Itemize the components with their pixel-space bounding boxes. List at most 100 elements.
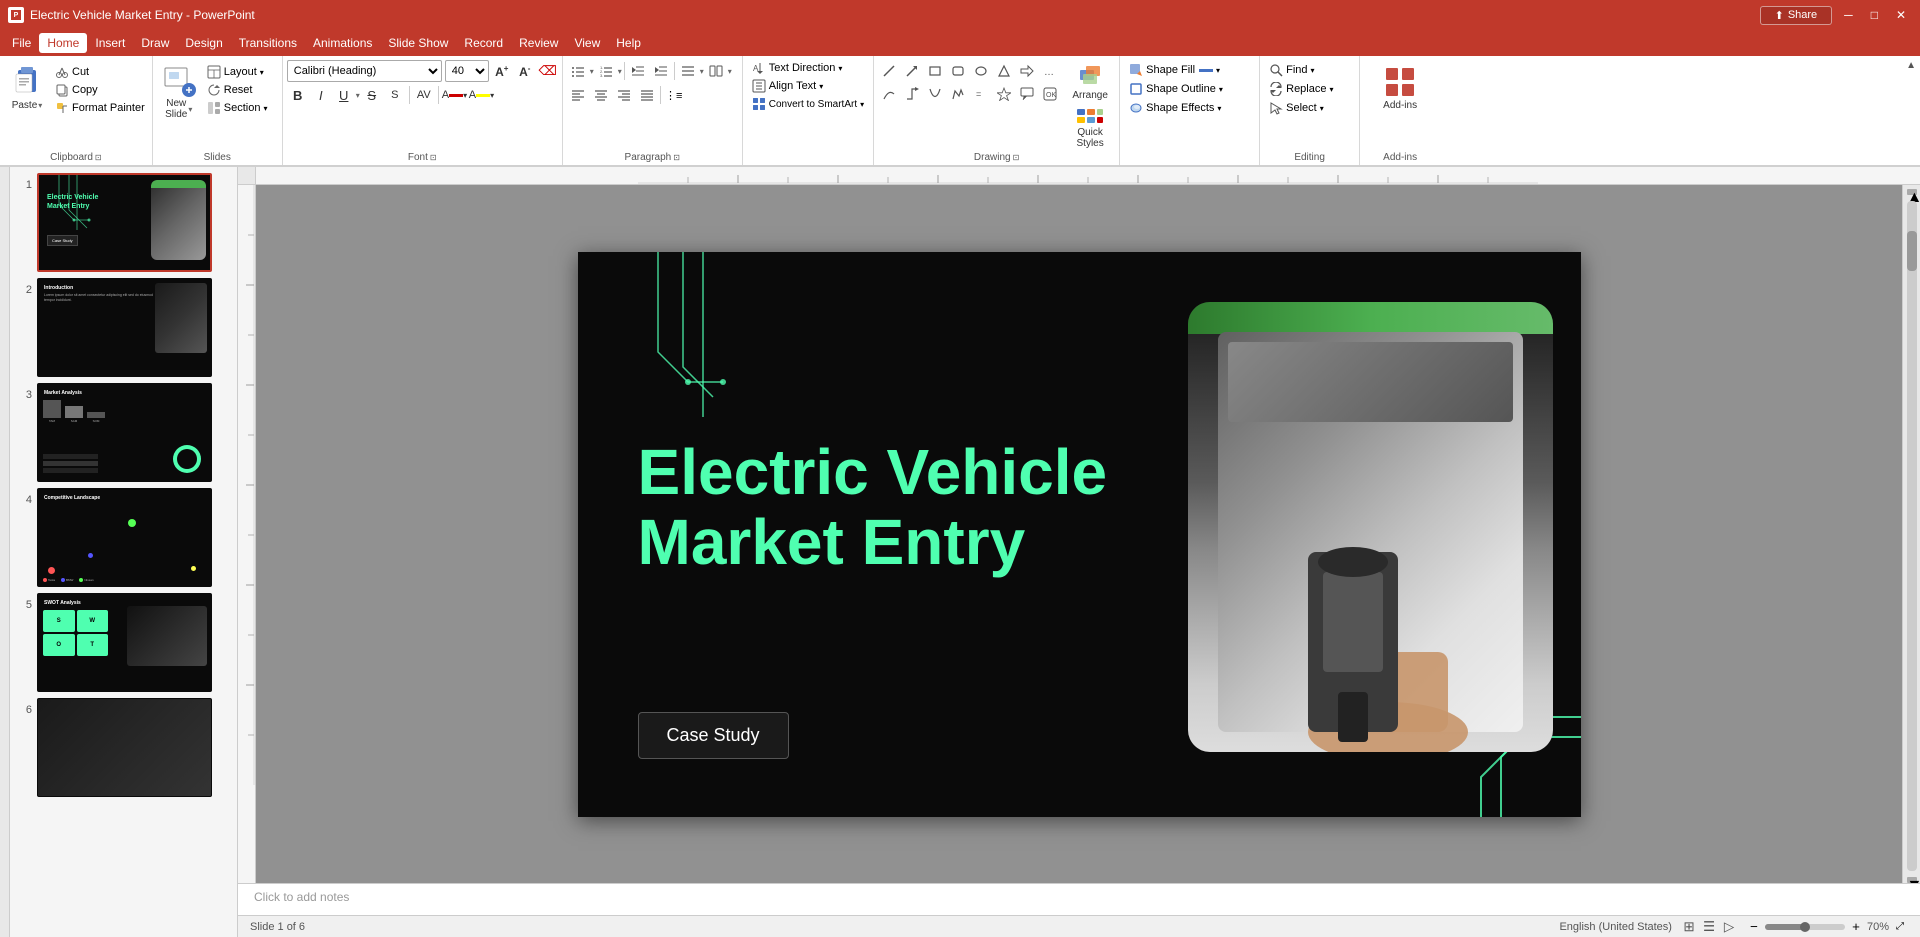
shape-star-btn[interactable] xyxy=(993,83,1015,105)
bullet-list-btn[interactable] xyxy=(567,60,589,82)
justify-btn[interactable] xyxy=(636,84,658,106)
format-painter-button[interactable]: Format Painter xyxy=(52,100,148,116)
notes-area[interactable]: Click to add notes xyxy=(238,883,1920,915)
slide-6-item[interactable]: 6 xyxy=(18,698,229,797)
scroll-track[interactable] xyxy=(1907,201,1917,871)
slide-panel[interactable]: 1 Electric VehicleMarket Entry Case Stud… xyxy=(10,167,238,937)
font-color-btn[interactable]: A ▾ xyxy=(442,84,468,106)
zoom-slider[interactable] xyxy=(1765,924,1845,930)
menu-file[interactable]: File xyxy=(4,33,39,53)
replace-button[interactable]: Replace ▾ xyxy=(1266,81,1353,97)
reset-button[interactable]: Reset xyxy=(204,82,271,98)
zoom-in-btn[interactable]: + xyxy=(1848,919,1864,935)
maximize-button[interactable]: □ xyxy=(1865,8,1884,22)
menu-animations[interactable]: Animations xyxy=(305,33,380,53)
new-slide-button[interactable]: New Slide ▾ xyxy=(157,60,201,122)
right-scroll-bar[interactable]: ▲ ▼ xyxy=(1902,185,1920,883)
font-decrease-btn[interactable]: A- xyxy=(515,61,535,81)
slide-2-thumbnail[interactable]: Introduction Lorem ipsum dolor sit amet … xyxy=(37,278,212,377)
font-name-select[interactable]: Calibri (Heading) xyxy=(287,60,442,82)
menu-transitions[interactable]: Transitions xyxy=(231,33,305,53)
cut-button[interactable]: Cut xyxy=(52,64,148,80)
shape-elbow-btn[interactable] xyxy=(901,83,923,105)
align-text-btn[interactable]: Align Text ▾ xyxy=(749,78,867,94)
layout-button[interactable]: Layout ▾ xyxy=(204,64,271,80)
menu-draw[interactable]: Draw xyxy=(133,33,177,53)
shapes-more-btn[interactable]: … xyxy=(1039,60,1061,82)
slide-1-item[interactable]: 1 Electric VehicleMarket Entry Case Stud… xyxy=(18,173,229,272)
copy-button[interactable]: Copy xyxy=(52,82,148,98)
columns-arrow[interactable]: ▾ xyxy=(728,67,732,76)
menu-review[interactable]: Review xyxy=(511,33,566,53)
columns-btn[interactable] xyxy=(705,60,727,82)
find-button[interactable]: Find ▾ xyxy=(1266,62,1353,78)
normal-view-btn[interactable]: ⊞ xyxy=(1680,918,1698,936)
align-center-btn[interactable] xyxy=(590,84,612,106)
menu-design[interactable]: Design xyxy=(177,33,230,53)
font-group-label[interactable]: Font ⊡ xyxy=(283,152,562,163)
zoom-pct-btn[interactable]: 70% xyxy=(1867,921,1889,933)
text-direction-btn[interactable]: A Text Direction ▾ xyxy=(749,60,867,76)
menu-slideshow[interactable]: Slide Show xyxy=(380,33,456,53)
clipboard-group-label[interactable]: Clipboard ⊡ xyxy=(0,152,152,163)
align-left-btn[interactable] xyxy=(567,84,589,106)
menu-insert[interactable]: Insert xyxy=(87,33,133,53)
align-right-btn[interactable] xyxy=(613,84,635,106)
addins-button[interactable]: Add-ins xyxy=(1379,62,1421,115)
shape-callout-btn[interactable] xyxy=(1016,83,1038,105)
bold-button[interactable]: B xyxy=(287,84,309,106)
arrange-button[interactable]: Arrange xyxy=(1065,60,1115,103)
shape-action-btn[interactable]: OK xyxy=(1039,83,1061,105)
slideshow-view-btn[interactable]: ▷ xyxy=(1720,918,1738,936)
slide-3-item[interactable]: 3 Market Analysis TAM SAM SOM xyxy=(18,383,229,482)
slide-canvas[interactable]: Electric Vehicle Market Entry Case Study xyxy=(578,252,1581,817)
font-size-select[interactable]: 40 xyxy=(445,60,489,82)
scroll-thumb[interactable] xyxy=(1907,231,1917,271)
menu-help[interactable]: Help xyxy=(608,33,649,53)
menu-record[interactable]: Record xyxy=(456,33,511,53)
font-increase-btn[interactable]: A+ xyxy=(492,61,512,81)
highlight-color-btn[interactable]: A ▾ xyxy=(469,84,495,106)
char-spacing-btn[interactable]: AV xyxy=(413,84,435,106)
shadow-button[interactable]: S xyxy=(384,84,406,106)
slide-3-thumbnail[interactable]: Market Analysis TAM SAM SOM xyxy=(37,383,212,482)
slide-1-thumbnail[interactable]: Electric VehicleMarket Entry Case Study xyxy=(37,173,212,272)
section-button[interactable]: Section ▾ xyxy=(204,100,271,116)
increase-indent-btn[interactable] xyxy=(650,60,672,82)
paste-button[interactable]: Paste ▾ xyxy=(4,60,50,113)
shape-tri-btn[interactable] xyxy=(993,60,1015,82)
line-spacing-btn[interactable] xyxy=(677,60,699,82)
slide-6-thumbnail[interactable] xyxy=(37,698,212,797)
minimize-button[interactable]: ─ xyxy=(1838,8,1859,22)
menu-view[interactable]: View xyxy=(566,33,608,53)
drawing-group-label[interactable]: Drawing ⊡ xyxy=(874,152,1119,163)
shape-connector-btn[interactable] xyxy=(878,83,900,105)
strikethrough-button[interactable]: S xyxy=(361,84,383,106)
underline-arrow[interactable]: ▾ xyxy=(356,91,360,100)
bullet-list-arrow[interactable]: ▾ xyxy=(590,67,594,76)
zoom-out-btn[interactable]: − xyxy=(1746,919,1762,935)
slide-4-item[interactable]: 4 Competitive Landscape Tesla BMW Nissan xyxy=(18,488,229,587)
num-list-arrow[interactable]: ▾ xyxy=(618,67,622,76)
shape-oval-btn[interactable] xyxy=(970,60,992,82)
smart-art-btn[interactable]: ⋮≡ xyxy=(663,84,685,106)
shape-rtarrow-btn[interactable] xyxy=(1016,60,1038,82)
select-button[interactable]: Select ▾ xyxy=(1266,100,1353,116)
shape-freeform-btn[interactable] xyxy=(947,83,969,105)
close-button[interactable]: ✕ xyxy=(1890,8,1912,22)
line-spacing-arrow[interactable]: ▾ xyxy=(700,67,704,76)
slide-4-thumbnail[interactable]: Competitive Landscape Tesla BMW Nissan xyxy=(37,488,212,587)
share-button[interactable]: ⬆ Share xyxy=(1760,6,1833,25)
shape-eq-btn[interactable]: = xyxy=(970,83,992,105)
slide-5-item[interactable]: 5 SWOT Analysis S W O T xyxy=(18,593,229,692)
slide-5-thumbnail[interactable]: SWOT Analysis S W O T xyxy=(37,593,212,692)
paragraph-group-label[interactable]: Paragraph ⊡ xyxy=(563,152,742,163)
clear-format-btn[interactable]: ⌫ xyxy=(538,61,558,81)
ribbon-collapse[interactable]: ▲ xyxy=(1906,56,1920,165)
shape-fill-btn[interactable]: Shape Fill ▾ xyxy=(1126,62,1253,78)
shape-roundrect-btn[interactable] xyxy=(947,60,969,82)
menu-home[interactable]: Home xyxy=(39,33,87,53)
shape-curved-btn[interactable] xyxy=(924,83,946,105)
quick-styles-button[interactable]: Quick Styles xyxy=(1065,105,1115,151)
underline-button[interactable]: U xyxy=(333,84,355,106)
